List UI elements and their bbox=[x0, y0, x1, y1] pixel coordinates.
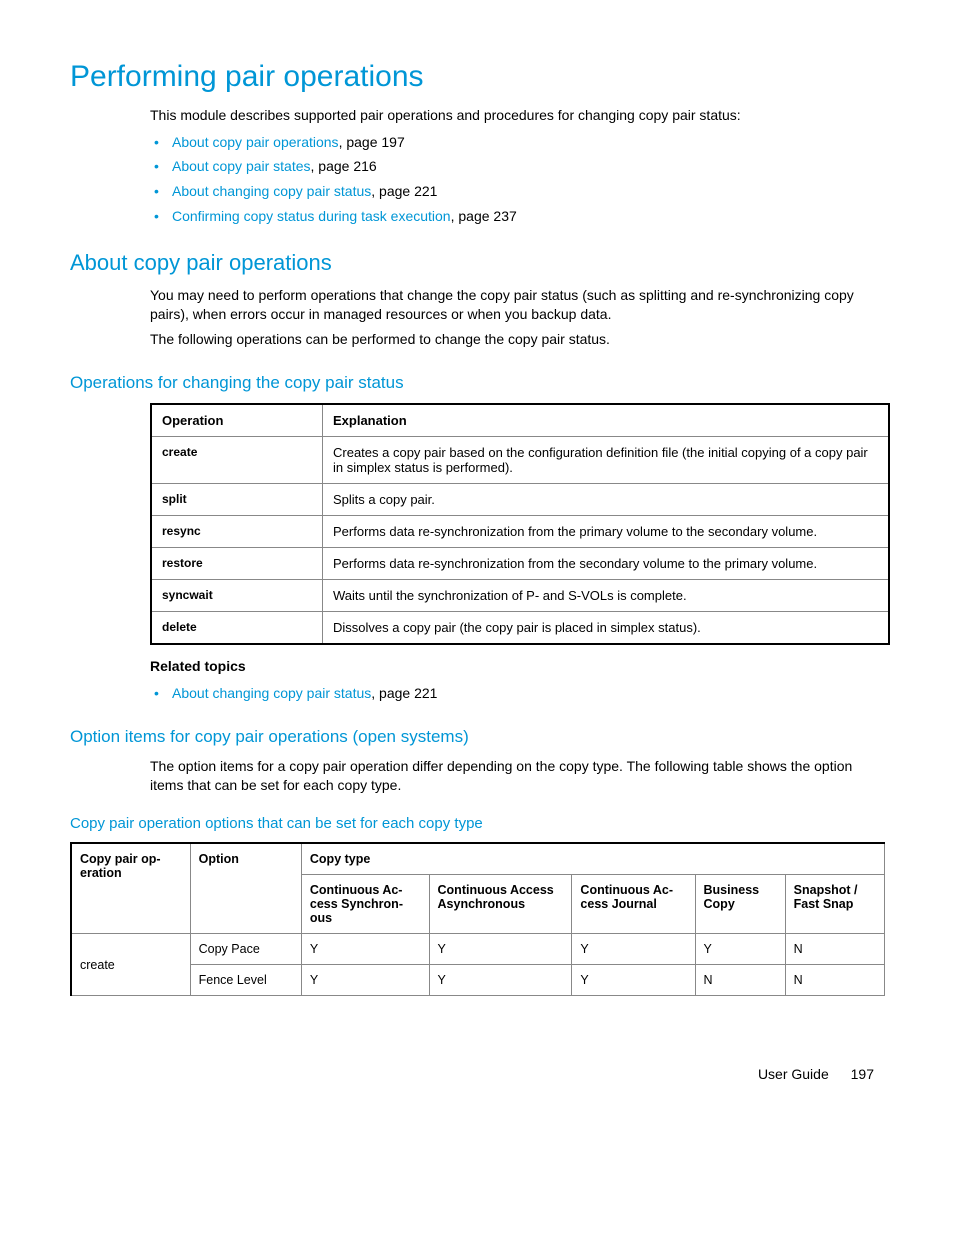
col-ct1: Continuous Ac- cess Synchron- ous bbox=[301, 875, 429, 934]
table-row: create Copy Pace Y Y Y Y N bbox=[71, 934, 885, 965]
related-item: About changing copy pair status, page 22… bbox=[172, 684, 884, 704]
col-operation: Operation bbox=[151, 404, 323, 437]
col-ct5: Snapshot / Fast Snap bbox=[785, 875, 884, 934]
op-name: syncwait bbox=[151, 579, 323, 611]
toc-link[interactable]: Confirming copy status during task execu… bbox=[172, 208, 451, 224]
col-ct4: Business Copy bbox=[695, 875, 785, 934]
related-topics-label: Related topics bbox=[150, 657, 884, 676]
related-link[interactable]: About changing copy pair status bbox=[172, 685, 371, 701]
toc-list: About copy pair operations, page 197 Abo… bbox=[150, 133, 884, 226]
op-name: create bbox=[151, 436, 323, 483]
cell-val: Y bbox=[301, 934, 429, 965]
section1-p2: The following operations can be performe… bbox=[150, 330, 884, 349]
col-ct2: Continuous Access Asynchronous bbox=[429, 875, 572, 934]
cell-val: Y bbox=[572, 934, 695, 965]
cell-val: Y bbox=[572, 965, 695, 996]
related-suffix: , page 221 bbox=[371, 685, 437, 701]
op-explanation: Dissolves a copy pair (the copy pair is … bbox=[323, 611, 890, 644]
op-explanation: Creates a copy pair based on the configu… bbox=[323, 436, 890, 483]
op-explanation: Performs data re-synchronization from th… bbox=[323, 515, 890, 547]
page-footer: User Guide 197 bbox=[70, 1066, 884, 1082]
table-row: split Splits a copy pair. bbox=[151, 483, 889, 515]
toc-suffix: , page 216 bbox=[311, 158, 377, 174]
section-heading: About copy pair operations bbox=[70, 250, 884, 276]
section2-p1: The option items for a copy pair operati… bbox=[150, 757, 884, 795]
cell-val: N bbox=[785, 965, 884, 996]
table-row: resync Performs data re-synchronization … bbox=[151, 515, 889, 547]
toc-link[interactable]: About copy pair states bbox=[172, 158, 311, 174]
cell-val: Y bbox=[695, 934, 785, 965]
operations-table: Operation Explanation create Creates a c… bbox=[150, 403, 890, 645]
intro-paragraph: This module describes supported pair ope… bbox=[150, 106, 884, 125]
col-copypair-op: Copy pair op- eration bbox=[71, 843, 190, 934]
cell-val: N bbox=[695, 965, 785, 996]
related-list: About changing copy pair status, page 22… bbox=[150, 684, 884, 704]
toc-link[interactable]: About changing copy pair status bbox=[172, 183, 371, 199]
toc-suffix: , page 197 bbox=[339, 134, 405, 150]
cell-val: N bbox=[785, 934, 884, 965]
op-name: restore bbox=[151, 547, 323, 579]
section1-p1: You may need to perform operations that … bbox=[150, 286, 884, 324]
table-caption: Copy pair operation options that can be … bbox=[70, 815, 884, 832]
toc-item: About copy pair states, page 216 bbox=[172, 157, 884, 177]
toc-item: Confirming copy status during task execu… bbox=[172, 207, 884, 227]
cell-val: Y bbox=[429, 965, 572, 996]
op-name: delete bbox=[151, 611, 323, 644]
options-table: Copy pair op- eration Option Copy type C… bbox=[70, 842, 885, 996]
op-explanation: Waits until the synchronization of P- an… bbox=[323, 579, 890, 611]
cell-val: Y bbox=[301, 965, 429, 996]
subsection-heading: Operations for changing the copy pair st… bbox=[70, 373, 884, 393]
toc-item: About copy pair operations, page 197 bbox=[172, 133, 884, 153]
col-ct3: Continuous Ac- cess Journal bbox=[572, 875, 695, 934]
toc-suffix: , page 221 bbox=[371, 183, 437, 199]
table-row: Fence Level Y Y Y N N bbox=[71, 965, 885, 996]
cell-op: create bbox=[71, 934, 190, 996]
cell-val: Y bbox=[429, 934, 572, 965]
col-option: Option bbox=[190, 843, 301, 934]
table-row: create Creates a copy pair based on the … bbox=[151, 436, 889, 483]
table-row: restore Performs data re-synchronization… bbox=[151, 547, 889, 579]
toc-link[interactable]: About copy pair operations bbox=[172, 134, 339, 150]
toc-item: About changing copy pair status, page 22… bbox=[172, 182, 884, 202]
op-name: resync bbox=[151, 515, 323, 547]
subsection-heading: Option items for copy pair operations (o… bbox=[70, 727, 884, 747]
page-title: Performing pair operations bbox=[70, 60, 884, 94]
table-row: syncwait Waits until the synchronization… bbox=[151, 579, 889, 611]
col-explanation: Explanation bbox=[323, 404, 890, 437]
page-number: 197 bbox=[851, 1066, 874, 1082]
op-explanation: Performs data re-synchronization from th… bbox=[323, 547, 890, 579]
col-copytype: Copy type bbox=[301, 843, 884, 875]
cell-option: Fence Level bbox=[190, 965, 301, 996]
op-name: split bbox=[151, 483, 323, 515]
toc-suffix: , page 237 bbox=[451, 208, 517, 224]
cell-option: Copy Pace bbox=[190, 934, 301, 965]
op-explanation: Splits a copy pair. bbox=[323, 483, 890, 515]
footer-label: User Guide bbox=[758, 1066, 829, 1082]
table-row: delete Dissolves a copy pair (the copy p… bbox=[151, 611, 889, 644]
